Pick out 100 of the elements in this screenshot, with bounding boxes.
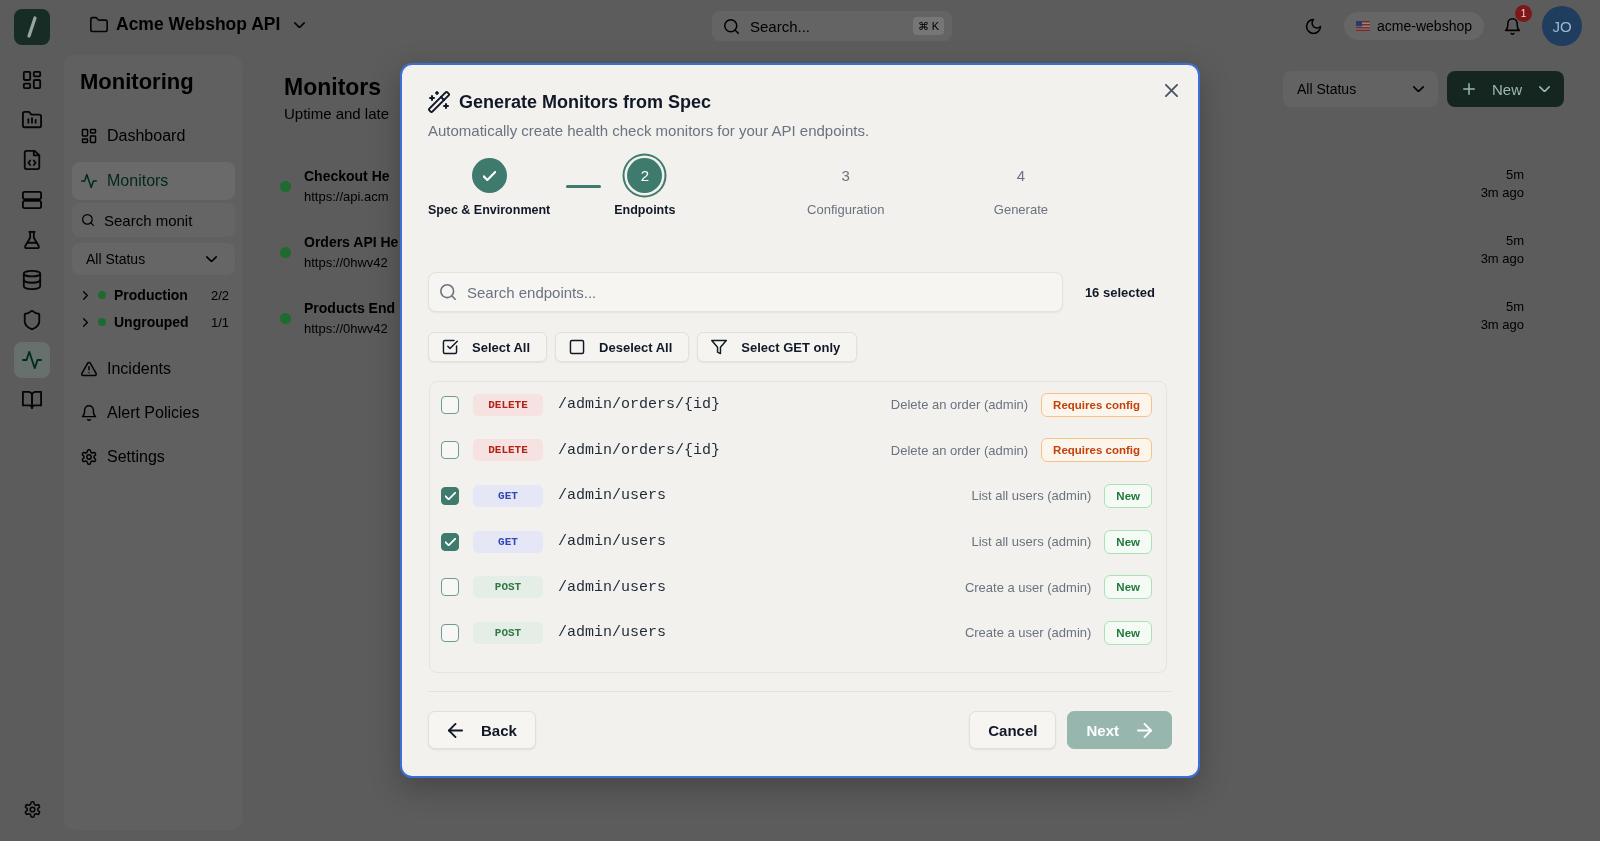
pulse-icon [22,350,42,370]
chevron-down-icon [1413,85,1424,93]
checkbox[interactable] [441,532,459,551]
step-number: 3 [841,166,850,186]
chevron-down-icon [1539,85,1550,93]
check-interval: 5m [1504,166,1524,184]
square-check-icon [442,339,458,355]
last-checked: 3m ago [1480,316,1524,334]
action-button[interactable]: Deselect All [555,332,690,362]
action-button[interactable]: Select All [428,332,548,362]
monitor-name[interactable]: Checkout He [304,166,390,186]
endpoint-path: /admin/orders/{id} [558,441,721,459]
nav-item[interactable]: Alert Policies [72,394,235,432]
dialog-subtitle: Automatically create health check monitors for your API endpoints. [428,121,870,141]
endpoint-path: /admin/users [558,578,667,596]
settings-icon[interactable] [23,801,41,818]
method-badge: DELETE [473,439,543,462]
search-field[interactable]: Search endpoints... [428,272,1063,312]
checkbox[interactable] [441,395,459,414]
checkbox[interactable] [441,578,459,597]
settings-icon [81,449,97,465]
search-icon [724,18,739,34]
search-field[interactable]: Search monit [72,203,235,237]
endpoint-description: List all users (admin) [971,488,1092,504]
step-label: Endpoints [614,202,676,218]
status-badge: New [1104,575,1152,600]
checkbox[interactable] [441,441,459,460]
method-badge: GET [473,530,543,553]
back-button[interactable]: Back [428,711,536,749]
method-badge: POST [473,576,543,599]
magic-wand-icon [428,91,450,113]
chevron-down-icon [294,21,306,28]
status-dropdown[interactable]: All Status [72,243,235,275]
status-badge: New [1104,484,1152,508]
step-label: Spec & Environment [428,202,551,218]
endpoint-path: /admin/users [558,624,667,642]
cancel-button[interactable]: Cancel [969,711,1057,749]
endpoint-description: Create a user (admin) [964,625,1092,641]
nav-item[interactable]: Dashboard [72,117,235,155]
status-badge: Requires config [1041,392,1152,417]
arrow-left-icon [448,722,463,738]
nav-item[interactable]: Incidents [72,350,235,388]
selected-count: 16 selected [1084,284,1155,300]
status-badge: Requires config [1041,438,1152,463]
last-checked: 3m ago [1480,184,1524,202]
monitor-url: https://0hwv42 [304,254,389,272]
search-icon [82,214,94,226]
monitor-url: https://api.acm [304,188,390,206]
bell-icon[interactable] [1504,17,1521,35]
moon-icon[interactable] [1305,17,1323,35]
rail-button[interactable] [14,342,50,378]
check-icon [444,537,456,546]
flag-icon [1356,21,1371,31]
method-badge: DELETE [473,393,543,416]
monitor-count: 1/1 [210,314,229,330]
file-code-icon [22,150,42,170]
folder-chart-icon [22,110,42,130]
endpoint-description: Delete an order (admin) [890,442,1029,458]
nav-item[interactable]: Monitors [72,162,235,200]
new-button[interactable]: New [1447,71,1564,107]
checkbox[interactable] [441,487,459,505]
monitor-name[interactable]: Products End [304,298,395,318]
group-item[interactable]: Production 2/2 [72,283,235,307]
flask-icon [22,230,42,250]
pulse-icon [81,173,97,189]
monitor-url: https://0hwv42 [304,320,389,338]
folder-icon [90,15,108,34]
step-label: Generate [993,202,1048,218]
book-icon [22,390,42,410]
group-item[interactable]: Ungrouped 1/1 [72,310,235,334]
page-subtitle: Uptime and late [284,104,390,124]
close-icon[interactable] [1165,84,1178,97]
endpoint-description: List all users (admin) [971,534,1092,550]
check-interval: 5m [1504,232,1524,250]
step-number: 4 [1016,166,1026,186]
endpoint-description: Create a user (admin) [964,579,1092,595]
action-button[interactable]: Select GET only [697,332,858,362]
avatar[interactable]: JO [1542,6,1582,46]
method-badge: GET [473,485,543,507]
workspace-switcher[interactable]: acme-webshop [1344,12,1484,40]
shortcut-key: ⌘ K [912,17,944,35]
search-icon [440,284,456,300]
notification-badge: 1 [1515,4,1532,22]
monitor-name[interactable]: Orders API He [304,232,399,252]
bell-icon [81,405,97,421]
nav-item[interactable]: Settings [72,438,235,476]
logo-icon[interactable] [14,9,50,45]
endpoint-description: Delete an order (admin) [890,397,1029,413]
warning-icon [81,361,97,377]
method-badge: POST [473,621,543,644]
chevron-down-icon [206,255,217,263]
dialog-title: Generate Monitors from Spec [459,91,712,113]
shield-icon [22,310,42,330]
status-dropdown[interactable]: All Status [1283,71,1438,107]
square-icon [569,339,586,355]
filter-icon [711,339,728,355]
project-switcher[interactable]: Acme Webshop API [90,14,306,36]
endpoint-path: /admin/orders/{id} [558,396,721,414]
check-icon [482,170,496,181]
checkbox[interactable] [441,623,459,642]
